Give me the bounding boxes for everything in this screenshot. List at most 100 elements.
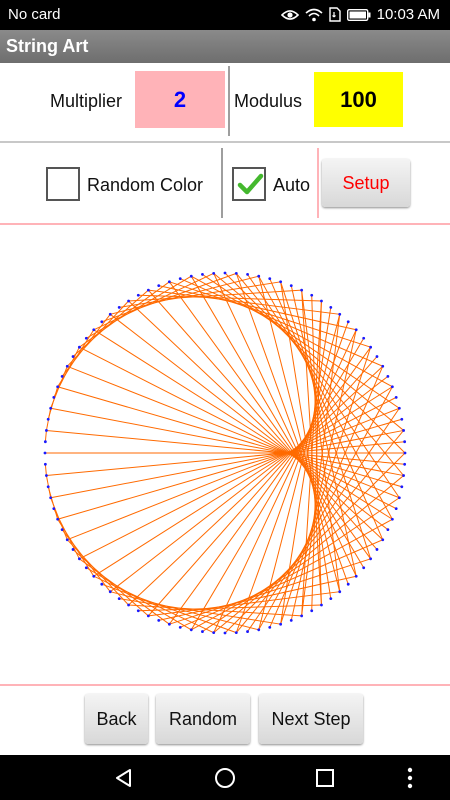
string-line bbox=[191, 518, 393, 631]
random-button[interactable]: Random bbox=[156, 694, 250, 744]
string-line bbox=[191, 275, 393, 388]
circle-point bbox=[60, 374, 64, 378]
circle-point bbox=[45, 429, 48, 432]
circle-point bbox=[338, 590, 342, 594]
app-title-bar: String Art bbox=[0, 30, 450, 63]
auto-checkbox[interactable] bbox=[232, 167, 266, 201]
circle-point bbox=[381, 364, 385, 368]
circle-point bbox=[279, 280, 283, 284]
circle-point bbox=[100, 320, 104, 324]
string-line bbox=[269, 278, 384, 540]
circle-point bbox=[403, 462, 407, 466]
circle-point bbox=[49, 406, 53, 410]
parameters-row: Multiplier 2 Modulus 100 bbox=[0, 66, 450, 140]
more-vert-icon[interactable] bbox=[405, 766, 415, 795]
circle-point bbox=[49, 496, 53, 500]
status-bar: No card 10:03 AM bbox=[0, 0, 450, 30]
string-line bbox=[168, 281, 372, 560]
string-line bbox=[128, 365, 384, 606]
string-line bbox=[79, 558, 170, 625]
circle-point bbox=[257, 628, 261, 632]
circle-point bbox=[346, 320, 350, 324]
circle-point bbox=[375, 355, 379, 358]
circle-point bbox=[268, 277, 272, 281]
circle-point bbox=[43, 451, 47, 455]
circle-point bbox=[390, 517, 394, 521]
circle-point bbox=[279, 622, 283, 626]
circle-point bbox=[329, 597, 333, 601]
circle-point bbox=[108, 590, 112, 594]
circle-point bbox=[127, 603, 130, 607]
circle-point bbox=[157, 618, 161, 622]
circle-point bbox=[56, 517, 60, 521]
circle-point bbox=[289, 284, 293, 288]
circle-point bbox=[92, 574, 96, 578]
modulus-field[interactable]: 100 bbox=[314, 72, 403, 127]
multiplier-field[interactable]: 2 bbox=[135, 71, 225, 128]
circle-point bbox=[320, 603, 323, 607]
circle-point bbox=[46, 417, 50, 421]
circle-point bbox=[52, 395, 56, 399]
circle-point bbox=[234, 631, 238, 635]
circle-point bbox=[310, 609, 314, 613]
circle-point bbox=[400, 417, 404, 421]
home-circle-icon[interactable] bbox=[213, 766, 237, 795]
circle-point bbox=[257, 274, 261, 278]
circle-point bbox=[178, 625, 182, 629]
string-line bbox=[93, 272, 214, 331]
circle-point bbox=[71, 548, 75, 551]
divider bbox=[0, 223, 450, 225]
circle-point bbox=[394, 507, 398, 511]
back-triangle-icon[interactable] bbox=[113, 767, 135, 794]
divider bbox=[317, 148, 319, 218]
circle-point bbox=[189, 628, 193, 632]
circle-point bbox=[212, 271, 216, 275]
string-line bbox=[147, 356, 378, 617]
circle-point bbox=[394, 395, 398, 399]
string-line bbox=[50, 429, 404, 499]
circle-point bbox=[77, 345, 81, 349]
string-line bbox=[290, 329, 357, 621]
circle-point bbox=[43, 440, 47, 444]
string-line bbox=[147, 289, 378, 550]
circle-point bbox=[375, 548, 379, 551]
circle-point bbox=[201, 630, 204, 633]
circle-point bbox=[329, 305, 333, 309]
wifi-icon bbox=[305, 8, 323, 22]
random-color-label: Random Color bbox=[87, 175, 204, 195]
circle-point bbox=[108, 312, 112, 316]
circle-point bbox=[354, 574, 358, 578]
circle-point bbox=[397, 406, 401, 410]
circle-point bbox=[52, 507, 56, 511]
back-button[interactable]: Back bbox=[85, 694, 148, 744]
circle-point bbox=[223, 631, 227, 635]
circle-point bbox=[403, 440, 407, 444]
setup-button[interactable]: Setup bbox=[322, 159, 410, 207]
circle-point bbox=[234, 271, 238, 275]
recents-square-icon[interactable] bbox=[314, 767, 336, 794]
circle-point bbox=[45, 474, 48, 477]
eye-icon bbox=[280, 8, 299, 22]
circle-point bbox=[300, 614, 304, 618]
circle-point bbox=[127, 299, 130, 303]
string-line bbox=[110, 591, 259, 631]
circle-point bbox=[84, 566, 88, 570]
circle-point bbox=[390, 385, 394, 389]
circle-point bbox=[246, 273, 249, 276]
string-line bbox=[235, 273, 349, 585]
circle-point bbox=[362, 566, 366, 570]
circle-point bbox=[56, 385, 60, 389]
circle-point bbox=[381, 538, 385, 542]
circle-point bbox=[84, 336, 88, 340]
random-color-checkbox[interactable] bbox=[46, 167, 80, 201]
circle-point bbox=[403, 451, 407, 455]
next-step-button[interactable]: Next Step bbox=[259, 694, 363, 744]
string-line bbox=[224, 272, 406, 454]
circle-point bbox=[386, 374, 390, 378]
circle-point bbox=[77, 557, 81, 561]
string-art-canvas[interactable] bbox=[0, 228, 450, 683]
divider bbox=[0, 141, 450, 143]
multiplier-label: Multiplier bbox=[50, 91, 123, 111]
string-line bbox=[72, 289, 149, 357]
sim-icon bbox=[328, 7, 341, 22]
